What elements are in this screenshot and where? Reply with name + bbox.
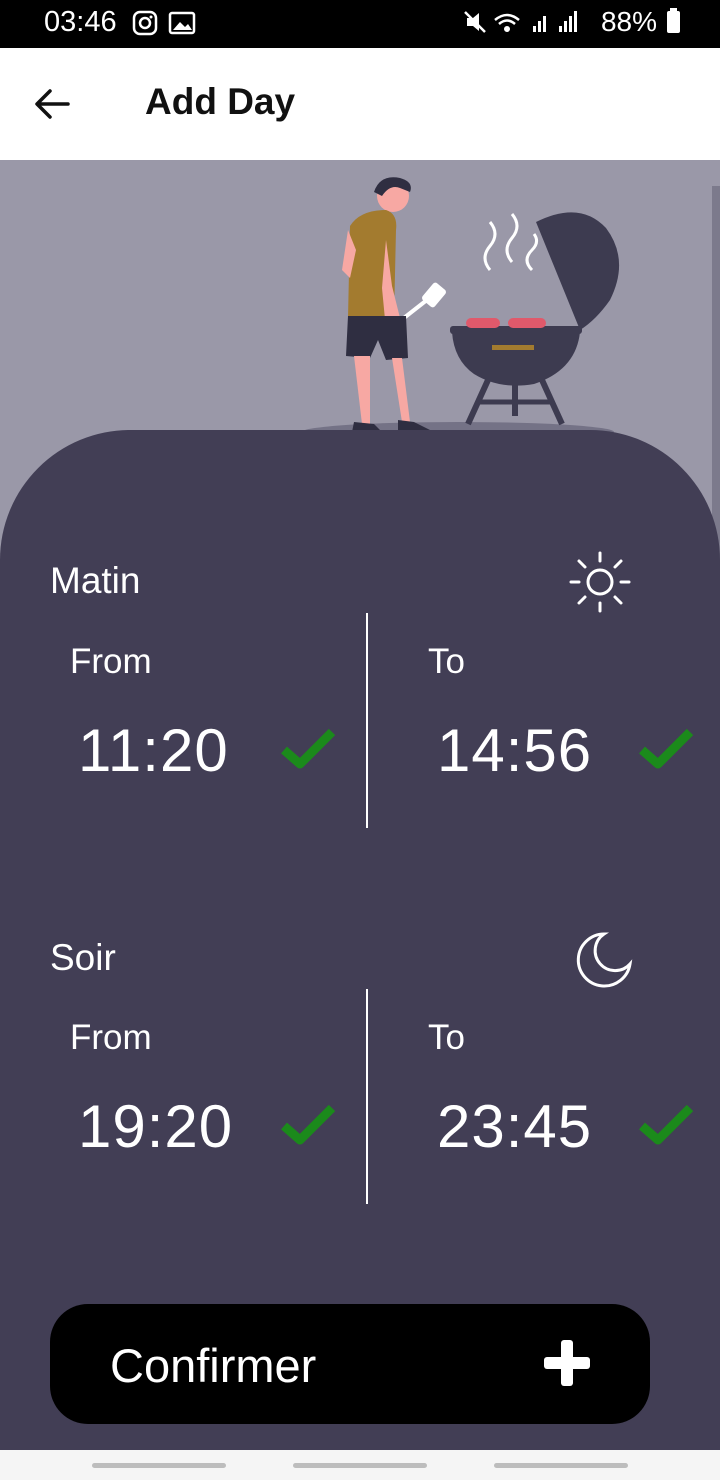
status-left-icons xyxy=(132,10,202,41)
battery-percent: 88% xyxy=(600,6,657,37)
confirm-label: Confirmer xyxy=(110,1339,317,1392)
notification-icons xyxy=(132,10,196,36)
morning-divider xyxy=(366,613,368,828)
plus-icon xyxy=(544,1340,590,1386)
navigation-bar xyxy=(0,1450,720,1480)
arrow-left-icon xyxy=(35,89,70,119)
connectivity-icons xyxy=(464,11,577,33)
battery-icon xyxy=(667,8,680,33)
morning-to-time[interactable]: 14:56 xyxy=(437,716,592,785)
moon-icon xyxy=(576,932,633,988)
page-title: Add Day xyxy=(145,81,296,122)
status-time: 03:46 xyxy=(44,6,117,38)
nav-back-button[interactable] xyxy=(494,1463,628,1468)
evening-to-label: To xyxy=(428,1018,465,1057)
app-bar: Add Day xyxy=(0,48,720,160)
back-button[interactable] xyxy=(30,84,74,124)
confirm-button[interactable]: Confirmer xyxy=(50,1304,650,1424)
morning-from-time[interactable]: 11:20 xyxy=(78,716,229,785)
time-card: Matin From 11:20 To 14:56 Soir From 19:2… xyxy=(0,430,720,1450)
status-right: 88% xyxy=(461,6,680,38)
nav-recent-button[interactable] xyxy=(92,1463,226,1468)
evening-to-time[interactable]: 23:45 xyxy=(437,1092,592,1161)
status-bar: 03:46 88% xyxy=(0,0,720,48)
morning-to-label: To xyxy=(428,642,465,681)
barbecue-illustration xyxy=(302,177,620,442)
nav-home-button[interactable] xyxy=(293,1463,427,1468)
morning-from-check-icon[interactable] xyxy=(280,726,336,770)
evening-label: Soir xyxy=(50,937,116,978)
evening-from-time[interactable]: 19:20 xyxy=(78,1092,233,1161)
morning-from-label: From xyxy=(70,642,152,681)
evening-from-check-icon[interactable] xyxy=(280,1102,336,1146)
evening-divider xyxy=(366,989,368,1204)
morning-to-check-icon[interactable] xyxy=(638,726,694,770)
sun-icon xyxy=(569,551,631,613)
evening-from-label: From xyxy=(70,1018,152,1057)
morning-label: Matin xyxy=(50,560,141,601)
evening-to-check-icon[interactable] xyxy=(638,1102,694,1146)
